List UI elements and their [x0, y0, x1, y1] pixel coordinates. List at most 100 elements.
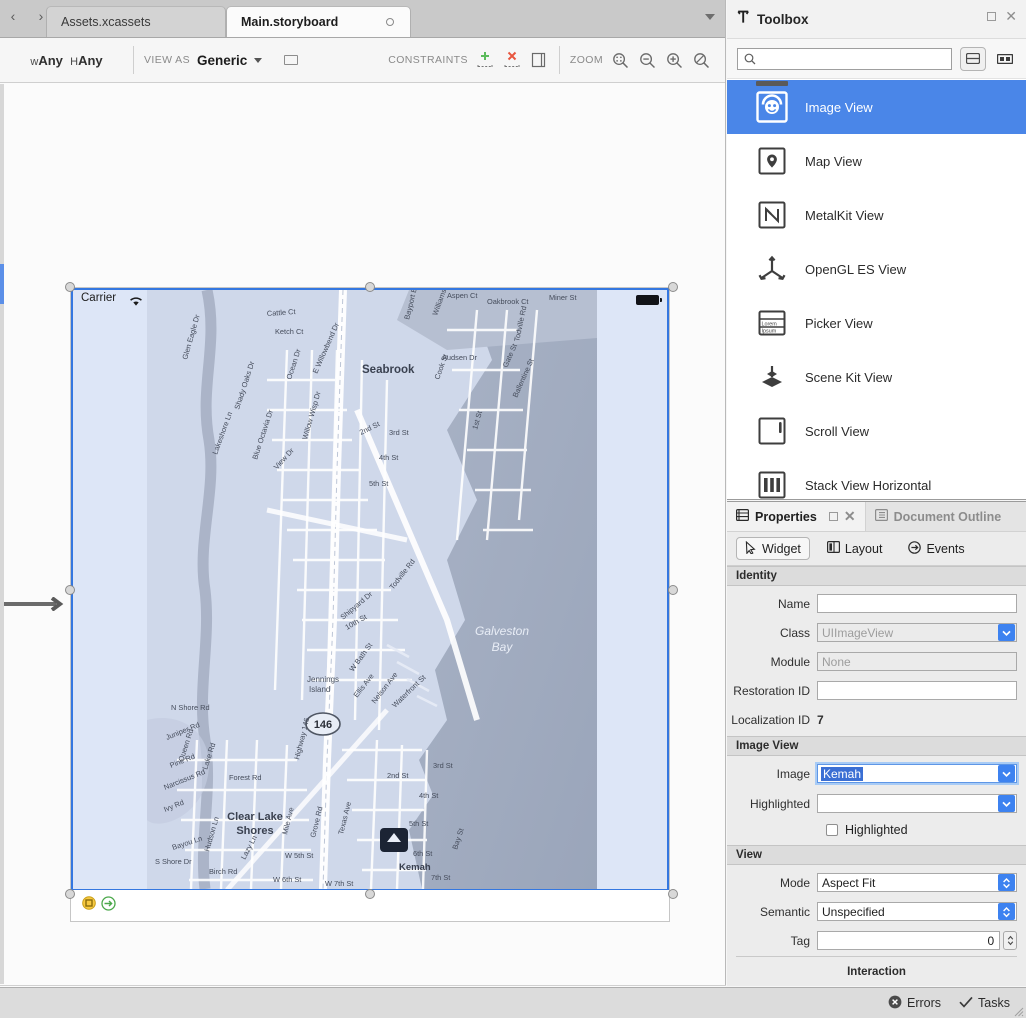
segment-events[interactable]: Events — [899, 537, 973, 560]
view-as-value[interactable]: Generic — [197, 53, 247, 68]
highlighted-label: Highlighted — [727, 797, 817, 811]
tab-properties[interactable]: Properties ✕ — [727, 502, 865, 531]
up-down-chevron-icon[interactable] — [998, 874, 1015, 891]
errors-label: Errors — [907, 996, 941, 1010]
editor-area: ‹ › Assets.xcassets Main.storyboard wAny… — [0, 0, 726, 1018]
size-class-indicator[interactable]: wAny HAny — [0, 53, 133, 68]
class-combobox[interactable]: UIImageView — [817, 623, 1017, 642]
resize-handle-top-right[interactable] — [668, 282, 678, 292]
restoration-id-label: Restoration ID — [727, 684, 817, 698]
search-input[interactable] — [761, 52, 951, 66]
search-input-wrapper[interactable] — [737, 48, 952, 70]
module-label: Module — [727, 655, 817, 669]
highlighted-combobox[interactable] — [817, 794, 1017, 813]
list-view-icon[interactable] — [960, 47, 986, 71]
module-field[interactable]: None — [817, 652, 1017, 671]
chevron-down-icon[interactable] — [998, 795, 1015, 812]
resize-handle-top-left[interactable] — [65, 282, 75, 292]
restoration-id-field[interactable] — [817, 681, 1017, 700]
tab-document-outline[interactable]: Document Outline — [865, 502, 1026, 531]
storyboard-entry-point-arrow — [4, 597, 68, 611]
tab-overflow-chevron-icon[interactable] — [705, 14, 715, 20]
image-view-selected[interactable]: 146 Seabrook Galveston Bay Clear Lake Sh… — [71, 288, 669, 891]
tag-stepper[interactable] — [1003, 931, 1017, 950]
section-header-image-view: Image View — [727, 736, 1026, 756]
toolbox-item-metalkit-view[interactable]: MetalKit View — [727, 188, 1026, 242]
toolbox-item-scroll-view[interactable]: Scroll View — [727, 404, 1026, 458]
resize-handle-bottom-left[interactable] — [65, 889, 75, 899]
field-row-mode: Mode Aspect Fit — [727, 871, 1026, 894]
resize-handle-middle-left[interactable] — [65, 585, 75, 595]
segment-events-label: Events — [926, 542, 964, 556]
mode-label: Mode — [727, 876, 817, 890]
section-identity-label: Identity — [736, 570, 777, 582]
zoom-in-icon[interactable] — [664, 50, 684, 70]
toolbox-item-stack-view-horizontal[interactable]: Stack View Horizontal — [727, 458, 1026, 499]
resize-grip-icon[interactable] — [1014, 1006, 1024, 1016]
resize-handle-bottom-right[interactable] — [668, 889, 678, 899]
back-button[interactable]: ‹ — [4, 9, 22, 23]
picker-view-icon: Lorem Ipsum — [755, 306, 789, 340]
maximize-icon[interactable] — [829, 512, 838, 521]
svg-text:Galveston: Galveston — [475, 624, 529, 638]
add-constraint-icon[interactable] — [475, 50, 495, 70]
scrollbar-thumb[interactable] — [0, 264, 4, 304]
name-field[interactable] — [817, 594, 1017, 613]
up-down-chevron-icon[interactable] — [998, 903, 1015, 920]
maximize-icon[interactable] — [987, 12, 996, 21]
semantic-combobox[interactable]: Unspecified — [817, 902, 1017, 921]
segment-widget-label: Widget — [762, 542, 801, 556]
chevron-down-icon[interactable] — [254, 58, 262, 63]
tab-assets-xcassets[interactable]: Assets.xcassets — [46, 6, 226, 37]
chevron-down-icon[interactable] — [998, 765, 1015, 782]
highlighted-checkbox[interactable] — [826, 824, 838, 836]
zoom-group: ZOOM — [560, 50, 725, 70]
battery-icon — [636, 295, 659, 305]
resolve-constraint-icon[interactable] — [529, 50, 549, 70]
segment-widget[interactable]: Widget — [736, 537, 810, 560]
svg-text:Clear Lake: Clear Lake — [227, 811, 283, 823]
cursor-icon — [745, 541, 757, 557]
tag-field[interactable]: 0 — [817, 931, 1000, 950]
remove-constraint-icon[interactable] — [502, 50, 522, 70]
view-controller-icon[interactable] — [82, 896, 96, 915]
toolbox-item-image-view[interactable]: Image View — [727, 80, 1026, 134]
segment-layout[interactable]: Layout — [818, 537, 892, 560]
close-icon[interactable]: ✕ — [844, 512, 856, 521]
tab-modified-dot-icon[interactable] — [386, 18, 394, 26]
toolbox-item-scene-kit-view[interactable]: Scene Kit View — [727, 350, 1026, 404]
device-preview-icon[interactable] — [284, 55, 298, 65]
toolbox-item-map-view[interactable]: Map View — [727, 134, 1026, 188]
class-label: Class — [727, 626, 817, 640]
tasks-status[interactable]: Tasks — [959, 996, 1010, 1011]
image-combobox[interactable]: Kemah — [817, 764, 1017, 783]
metalkit-view-icon — [755, 198, 789, 232]
zoom-actual-size-icon[interactable] — [691, 50, 711, 70]
svg-text:3rd St: 3rd St — [389, 428, 409, 437]
checkbox-row-highlighted[interactable]: Highlighted — [727, 819, 1026, 841]
close-icon[interactable]: ✕ — [1005, 12, 1017, 21]
resize-handle-top-center[interactable] — [365, 282, 375, 292]
zoom-out-icon[interactable] — [637, 50, 657, 70]
chevron-down-icon[interactable] — [998, 624, 1015, 641]
toolbox-item-list[interactable]: Image View Map View — [727, 80, 1026, 499]
segment-layout-label: Layout — [845, 542, 883, 556]
resize-handle-middle-right[interactable] — [668, 585, 678, 595]
navigation-arrows: ‹ › — [4, 9, 50, 23]
grid-view-icon[interactable] — [994, 50, 1016, 68]
view-as-label: VIEW AS — [144, 54, 190, 66]
resize-handle-bottom-center[interactable] — [365, 889, 375, 899]
errors-status[interactable]: Errors — [888, 995, 941, 1012]
canvas-scrollbar[interactable] — [0, 84, 4, 984]
toolbox-item-picker-view[interactable]: Lorem Ipsum Picker View — [727, 296, 1026, 350]
scene-container[interactable]: 146 Seabrook Galveston Bay Clear Lake Sh… — [70, 287, 670, 922]
storyboard-canvas[interactable]: 146 Seabrook Galveston Bay Clear Lake Sh… — [0, 84, 725, 984]
exit-segue-icon[interactable] — [101, 896, 116, 916]
editor-tab-bar: ‹ › Assets.xcassets Main.storyboard — [0, 0, 725, 38]
tab-main-storyboard[interactable]: Main.storyboard — [226, 6, 411, 37]
toolbox-item-opengl-es-view[interactable]: OpenGL ES View — [727, 242, 1026, 296]
highlighted-checkbox-label: Highlighted — [845, 823, 908, 837]
mode-combobox[interactable]: Aspect Fit — [817, 873, 1017, 892]
zoom-fit-icon[interactable] — [610, 50, 630, 70]
svg-text:Forest Rd: Forest Rd — [229, 773, 261, 782]
